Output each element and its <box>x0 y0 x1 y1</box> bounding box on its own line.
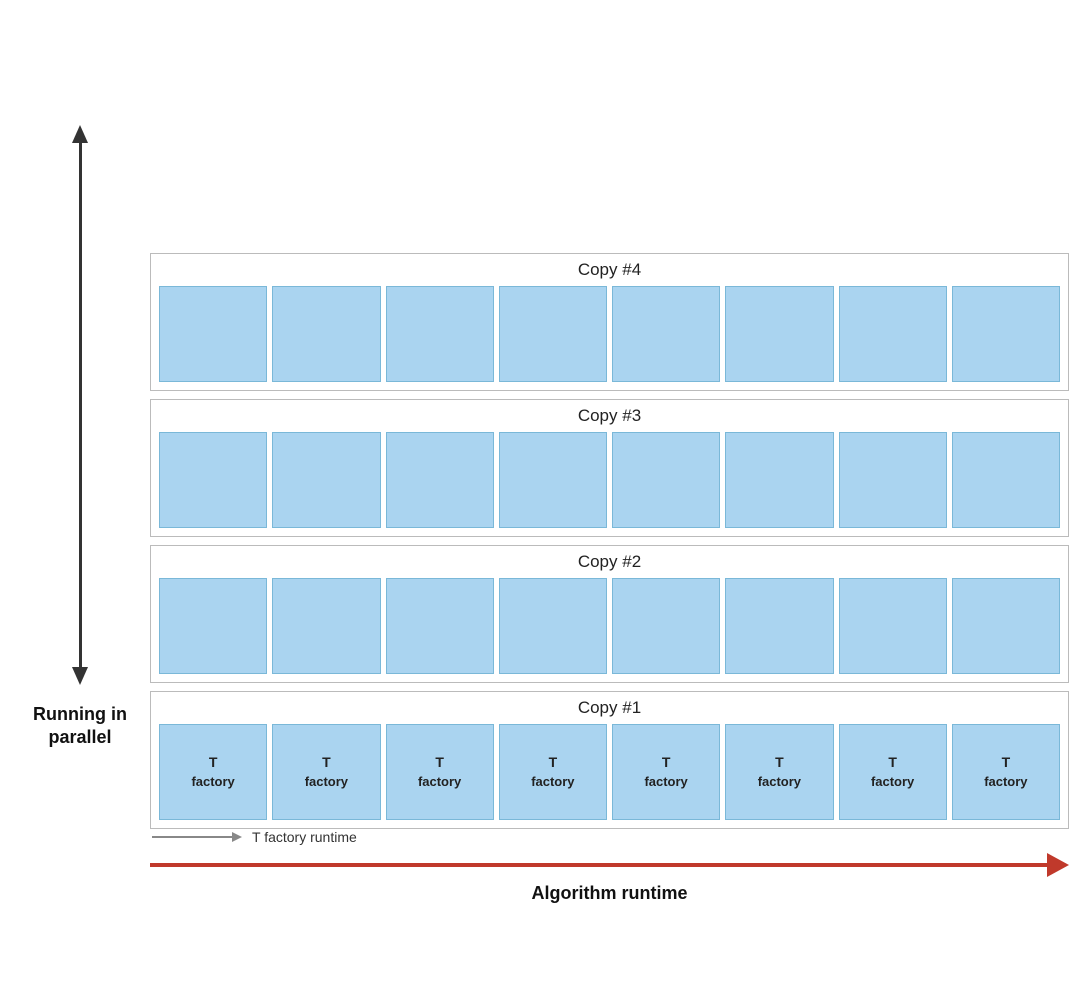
factory-block <box>612 286 720 382</box>
algorithm-runtime-row <box>150 853 1069 877</box>
block-factory-label: factory <box>758 773 801 791</box>
algorithm-runtime-label: Algorithm runtime <box>150 883 1069 904</box>
block-factory-label: factory <box>191 773 234 791</box>
block-t-label: T <box>435 753 444 773</box>
main-area: Copy #1 T factory T factory T factory <box>150 20 1069 914</box>
factory-block <box>839 286 947 382</box>
factory-block <box>159 286 267 382</box>
factory-block: T factory <box>725 724 833 820</box>
factory-block <box>386 286 494 382</box>
factory-block: T factory <box>952 724 1060 820</box>
factory-block <box>612 578 720 674</box>
block-factory-label: factory <box>984 773 1027 791</box>
t-factory-line <box>152 836 232 838</box>
factory-block: T factory <box>612 724 720 820</box>
t-factory-runtime-row: T factory runtime <box>150 829 1069 845</box>
algorithm-runtime-arrowhead-icon <box>1047 853 1069 877</box>
copies-stack: Copy #1 T factory T factory T factory <box>150 20 1069 829</box>
block-factory-label: factory <box>644 773 687 791</box>
copy-2-label: Copy #2 <box>159 552 1060 572</box>
arrow-line <box>79 143 82 667</box>
copy-row-1: Copy #1 T factory T factory T factory <box>150 691 1069 829</box>
diagram-container: Running inparallel Copy #1 T factory T f… <box>0 0 1079 994</box>
copy-2-blocks <box>159 578 1060 674</box>
factory-block <box>159 432 267 528</box>
t-factory-runtime-label: T factory runtime <box>252 829 357 845</box>
copy-1-blocks: T factory T factory T factory T factory <box>159 724 1060 820</box>
copy-4-blocks <box>159 286 1060 382</box>
t-factory-arrowhead-icon <box>232 832 242 842</box>
block-t-label: T <box>322 753 331 773</box>
copy-3-label: Copy #3 <box>159 406 1060 426</box>
block-t-label: T <box>549 753 558 773</box>
block-factory-label: factory <box>305 773 348 791</box>
block-factory-label: factory <box>531 773 574 791</box>
factory-block: T factory <box>386 724 494 820</box>
factory-block: T factory <box>499 724 607 820</box>
block-factory-label: factory <box>418 773 461 791</box>
copy-row-3: Copy #3 <box>150 399 1069 537</box>
arrow-head-down-icon <box>72 667 88 685</box>
copy-4-label: Copy #4 <box>159 260 1060 280</box>
t-factory-runtime-arrow <box>152 832 242 842</box>
factory-block <box>725 578 833 674</box>
algorithm-runtime-line <box>150 863 1047 867</box>
copy-row-2: Copy #2 <box>150 545 1069 683</box>
factory-block: T factory <box>159 724 267 820</box>
factory-block <box>952 432 1060 528</box>
block-t-label: T <box>662 753 671 773</box>
factory-block <box>952 578 1060 674</box>
factory-block <box>952 286 1060 382</box>
copy-row-4: Copy #4 <box>150 253 1069 391</box>
factory-block <box>272 578 380 674</box>
arrow-head-up-icon <box>72 125 88 143</box>
factory-block <box>386 432 494 528</box>
block-t-label: T <box>209 753 218 773</box>
left-axis: Running inparallel <box>10 0 150 884</box>
block-factory-label: factory <box>871 773 914 791</box>
factory-block <box>725 286 833 382</box>
copy-3-blocks <box>159 432 1060 528</box>
factory-block <box>839 578 947 674</box>
bottom-section: T factory runtime Algorithm runtime <box>150 829 1069 914</box>
copy-1-label: Copy #1 <box>159 698 1060 718</box>
block-t-label: T <box>775 753 784 773</box>
factory-block <box>386 578 494 674</box>
parallel-label: Running inparallel <box>33 703 127 750</box>
factory-block <box>499 432 607 528</box>
factory-block: T factory <box>839 724 947 820</box>
factory-block <box>839 432 947 528</box>
factory-block <box>272 286 380 382</box>
factory-block <box>159 578 267 674</box>
factory-block <box>725 432 833 528</box>
factory-block <box>499 286 607 382</box>
factory-block <box>499 578 607 674</box>
factory-block <box>612 432 720 528</box>
block-t-label: T <box>888 753 897 773</box>
parallel-arrow <box>72 125 88 685</box>
factory-block <box>272 432 380 528</box>
block-t-label: T <box>1002 753 1011 773</box>
factory-block: T factory <box>272 724 380 820</box>
